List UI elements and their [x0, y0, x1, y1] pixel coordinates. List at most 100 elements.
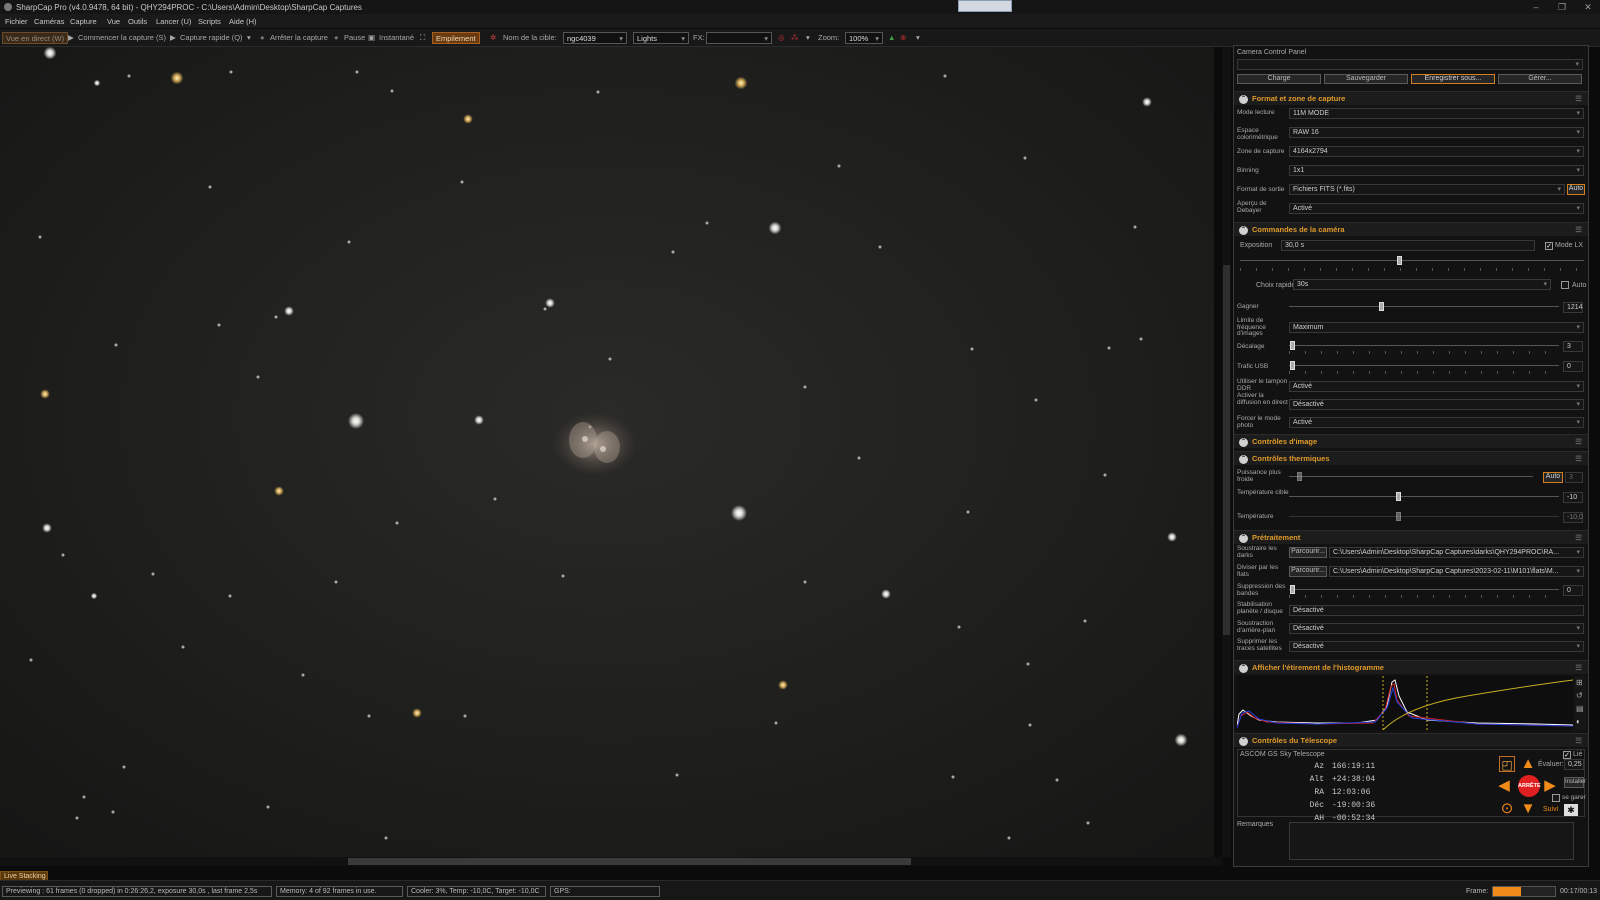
fx-select[interactable] — [706, 32, 772, 44]
target-temp-slider-track[interactable] — [1289, 496, 1559, 497]
cooler-slider-track[interactable] — [1289, 476, 1533, 477]
save-as-profile-button[interactable]: Enregistrer sous... — [1411, 74, 1495, 84]
read-mode-select[interactable]: 11M MODE — [1289, 108, 1584, 119]
histogram-chart[interactable] — [1237, 676, 1573, 730]
save-profile-button[interactable]: Sauvegarder — [1324, 74, 1408, 84]
menu-cameras[interactable]: Caméras — [34, 17, 64, 26]
usb-value-input[interactable]: 0 — [1563, 361, 1583, 372]
section-menu-icon[interactable]: ☰ — [1575, 435, 1582, 449]
auto-exposure-checkbox[interactable] — [1561, 281, 1569, 289]
cooler-slider-thumb[interactable] — [1297, 472, 1302, 481]
darks-browse-button[interactable]: Parcourir... — [1289, 547, 1327, 558]
park-checkbox[interactable] — [1552, 794, 1560, 802]
section-menu-icon[interactable]: ☰ — [1575, 661, 1582, 675]
notes-textarea[interactable] — [1289, 822, 1574, 860]
cooler-value-input[interactable]: 3 — [1565, 472, 1583, 483]
usb-slider-thumb[interactable] — [1290, 361, 1295, 370]
histogram-auto-stretch-icon[interactable]: ◐ — [1576, 717, 1581, 726]
binning-select[interactable]: 1x1 — [1289, 165, 1584, 176]
section-menu-icon[interactable]: ☰ — [1575, 452, 1582, 466]
flats-browse-button[interactable]: Parcourir... — [1289, 566, 1327, 577]
debayer-preview-select[interactable]: Activé — [1289, 203, 1584, 214]
frame-limit-select[interactable]: Maximum — [1289, 322, 1584, 333]
live-broadcast-select[interactable]: Désactivé — [1289, 399, 1584, 410]
output-format-select[interactable]: Fichiers FITS (*.fits) — [1289, 184, 1565, 195]
menu-scripts[interactable]: Scripts — [198, 17, 221, 26]
cooler-auto-button[interactable]: Auto — [1543, 472, 1563, 483]
section-menu-icon[interactable]: ☰ — [1575, 531, 1582, 545]
collapse-icon[interactable]: ⌃ — [1239, 225, 1248, 235]
stop-capture-button[interactable]: Arrêter la capture — [270, 32, 328, 44]
flats-path-select[interactable]: C:\Users\Admin\Desktop\SharpCap Captures… — [1329, 566, 1584, 577]
background-subtract-select[interactable]: Désactivé — [1289, 623, 1584, 634]
histogram-zoom-icon[interactable]: ⊞ — [1576, 678, 1583, 687]
goto-icon[interactable]: ◰ — [1499, 756, 1515, 772]
profile-select[interactable] — [1237, 59, 1583, 70]
menu-outils[interactable]: Outils — [128, 17, 147, 26]
home-target-icon[interactable]: ⊙ — [1499, 801, 1515, 817]
collapse-icon[interactable]: ⌃ — [1239, 736, 1248, 746]
snapshot-button[interactable]: Instantané — [379, 32, 414, 44]
south-arrow-icon[interactable]: ▼ — [1520, 801, 1536, 817]
stacking-button[interactable]: Empilement — [432, 32, 480, 44]
section-menu-icon[interactable]: ☰ — [1575, 223, 1582, 237]
target-temp-input[interactable]: -10 — [1563, 492, 1583, 503]
gain-slider-thumb[interactable] — [1379, 302, 1384, 311]
reticle-icon[interactable]: ◎ — [778, 32, 785, 44]
collapse-icon[interactable]: ⌃ — [1239, 437, 1248, 447]
snap-layout-widget[interactable] — [958, 0, 1012, 12]
telescope-setup-button[interactable]: Installer — [1564, 777, 1586, 788]
collapse-icon[interactable]: ⌃ — [1239, 663, 1248, 673]
telescope-options-icon[interactable]: ✱ — [1564, 804, 1578, 816]
collapse-icon[interactable]: ⌃ — [1239, 533, 1248, 543]
vertical-scroll-thumb[interactable] — [1223, 265, 1230, 635]
stabilization-select[interactable]: Désactivé — [1289, 605, 1584, 616]
usb-slider-track[interactable] — [1289, 365, 1559, 366]
maximize-icon[interactable]: ❐ — [1556, 1, 1568, 13]
stop-slew-button[interactable]: ARRÊTE — [1518, 775, 1541, 797]
zoom-select[interactable]: 100% — [845, 32, 883, 44]
photo-mode-select[interactable]: Activé — [1289, 417, 1584, 428]
zoom-icon[interactable]: ⊕ — [900, 32, 906, 44]
horizontal-scroll-thumb[interactable] — [348, 858, 911, 865]
section-format-header[interactable]: ⌃ Format et zone de capture ☰ — [1234, 91, 1588, 105]
target-name-input[interactable]: ngc4039 — [563, 32, 627, 44]
reticle-dropdown-icon[interactable]: ▾ — [806, 32, 810, 44]
zoom-dropdown-icon[interactable]: ▾ — [916, 32, 920, 44]
quick-capture-dropdown-icon[interactable]: ▾ — [247, 32, 251, 44]
north-arrow-icon[interactable]: ▲ — [1520, 756, 1536, 772]
collapse-icon[interactable]: ⌃ — [1239, 94, 1248, 104]
slew-rate-select[interactable]: 0,25 — [1564, 759, 1584, 770]
histogram-icon[interactable]: ▲ — [888, 32, 895, 44]
section-preprocessing-header[interactable]: ⌃ Prétraitement ☰ — [1234, 530, 1588, 544]
banding-slider-thumb[interactable] — [1290, 585, 1295, 594]
gain-slider-track[interactable] — [1289, 306, 1559, 307]
offset-slider-track[interactable] — [1289, 345, 1559, 346]
close-icon[interactable]: ✕ — [1582, 1, 1594, 13]
histogram-save-icon[interactable]: ▤ — [1576, 704, 1584, 713]
banding-slider-track[interactable] — [1289, 589, 1559, 590]
histogram-reset-icon[interactable]: ↺ — [1576, 691, 1583, 700]
offset-slider-thumb[interactable] — [1290, 341, 1295, 350]
start-capture-button[interactable]: Commencer la capture (S) — [78, 32, 166, 44]
gain-value-input[interactable]: 1214 — [1563, 302, 1583, 313]
quick-choice-select[interactable]: 30s — [1293, 279, 1551, 290]
section-camera-header[interactable]: ⌃ Commandes de la caméra ☰ — [1234, 222, 1588, 236]
east-arrow-icon[interactable]: ▶ — [1542, 778, 1558, 794]
west-arrow-icon[interactable]: ◀ — [1496, 778, 1512, 794]
live-view-button[interactable]: Vue en direct (W) — [2, 32, 69, 44]
banding-value-input[interactable]: 0 — [1563, 585, 1583, 596]
satellite-removal-select[interactable]: Désactivé — [1289, 641, 1584, 652]
section-image-header[interactable]: ⌃ Contrôles d'image ☰ — [1234, 434, 1588, 448]
lx-mode-checkbox[interactable]: ✓ — [1545, 242, 1553, 250]
menu-aide[interactable]: Aide (H) — [229, 17, 257, 26]
image-viewer[interactable] — [0, 47, 1214, 865]
menu-fichier[interactable]: Fichier — [5, 17, 28, 26]
frame-icon[interactable]: ⛶ — [420, 32, 425, 44]
collapse-icon[interactable]: ⌃ — [1239, 454, 1248, 464]
section-thermal-header[interactable]: ⌃ Contrôles thermiques ☰ — [1234, 451, 1588, 465]
menu-vue[interactable]: Vue — [107, 17, 120, 26]
menu-lancer[interactable]: Lancer (U) — [156, 17, 191, 26]
target-temp-slider-thumb[interactable] — [1396, 492, 1401, 501]
tracking-button[interactable]: Suivi — [1543, 806, 1558, 814]
